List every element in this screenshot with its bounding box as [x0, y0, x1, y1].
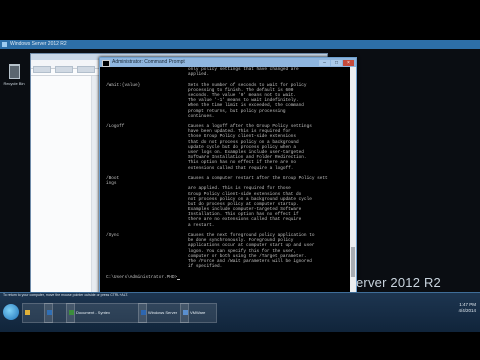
taskbar-button-label: Windows Server [148, 310, 178, 315]
taskbar-app-icon [141, 310, 146, 315]
vm-window-icon [2, 42, 7, 47]
taskbar-button[interactable]: Document - Syntex [66, 303, 147, 323]
explorer-navigation-pane[interactable] [31, 76, 92, 292]
cmd-title: Administrator: Command Prompt [112, 59, 185, 65]
letterbox-bottom [0, 332, 480, 360]
close-button[interactable]: × [343, 60, 354, 66]
letterbox-top [0, 0, 480, 40]
taskbar-app-icon [183, 310, 188, 315]
ribbon-tab[interactable] [55, 66, 73, 73]
recycle-bin-label: Recycle Bin [3, 81, 25, 86]
cmd-output[interactable]: only policy settings that have changed a… [100, 67, 350, 292]
cmd-prompt: C:\Users\Administrator.PHD> [106, 275, 181, 280]
desktop-watermark: erver 2012 R2 [356, 275, 441, 290]
cmd-icon [102, 60, 110, 67]
recycle-bin-icon [8, 64, 20, 79]
cmd-cursor [177, 278, 181, 280]
guest-desktop: Recycle Bin Administrator: Command Promp… [0, 49, 480, 292]
maximize-button[interactable]: □ [331, 60, 342, 66]
taskbar: To return to your computer, move the mou… [0, 292, 480, 333]
ribbon-tab[interactable] [33, 66, 51, 73]
command-prompt-window[interactable]: Administrator: Command Prompt – □ × only p… [99, 57, 357, 292]
start-button[interactable] [3, 304, 19, 320]
tray-date: 4/4/2014 [458, 308, 476, 313]
taskbar-app-icon [47, 310, 52, 315]
system-tray[interactable]: 1:47 PM 4/4/2014 [458, 302, 476, 314]
cmd-prompt-line[interactable]: C:\Users\Administrator.PHD> [100, 275, 350, 280]
taskbar-button[interactable]: VMWare [180, 303, 217, 323]
vmware-status-text: To return to your computer, move the mou… [3, 293, 129, 297]
minimize-button[interactable]: – [319, 60, 330, 66]
taskbar-button-label: VMWare [190, 310, 206, 315]
cmd-scrollbar-thumb[interactable] [351, 247, 355, 277]
vm-window-titlebar[interactable]: Windows Server 2012 R2 [0, 40, 480, 49]
ribbon-tab[interactable] [77, 66, 95, 73]
cmd-titlebar[interactable]: Administrator: Command Prompt – □ × [100, 58, 356, 67]
recycle-bin-shortcut[interactable]: Recycle Bin [3, 64, 25, 86]
taskbar-app-icon [69, 310, 74, 315]
taskbar-app-icon [25, 310, 30, 315]
vm-window-title: Windows Server 2012 R2 [10, 41, 67, 47]
taskbar-button-label: Document - Syntex [76, 310, 111, 315]
cmd-scrollbar[interactable] [350, 67, 356, 292]
